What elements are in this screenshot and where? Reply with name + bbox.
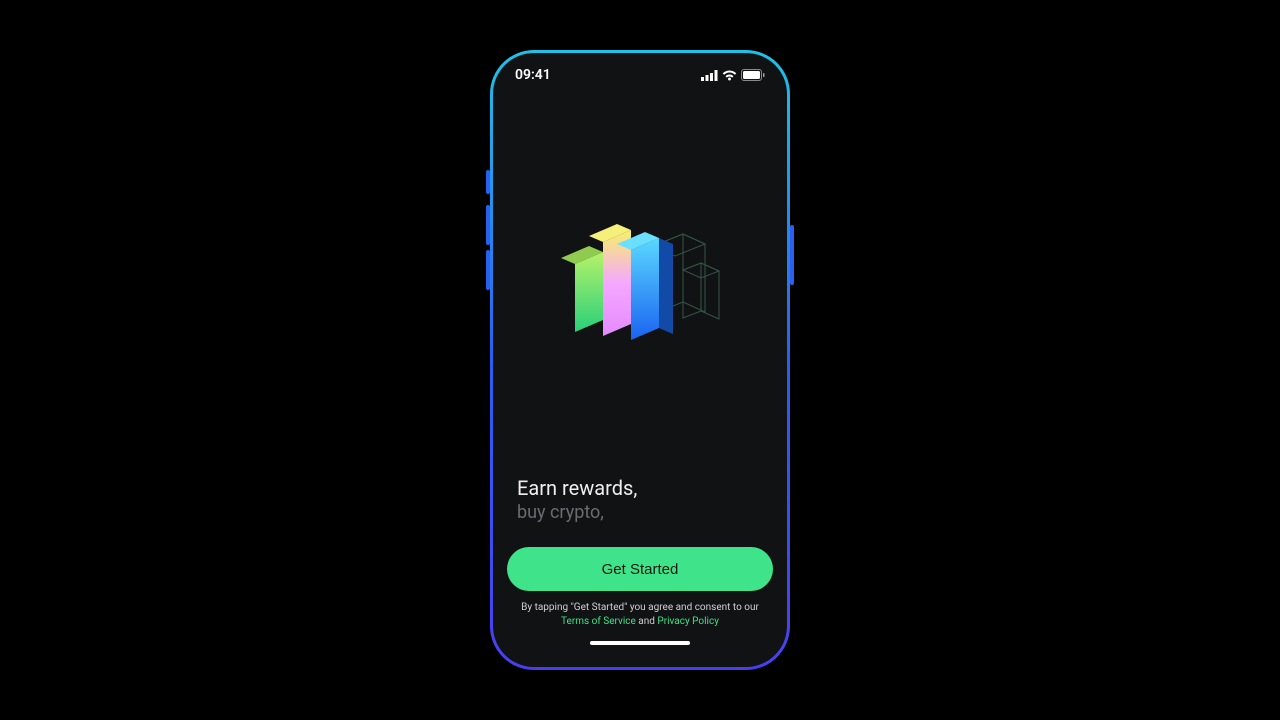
legal-text: By tapping "Get Started" you agree and c…: [507, 591, 773, 635]
rewards-3d-icon: [545, 202, 735, 352]
get-started-button[interactable]: Get Started: [507, 547, 773, 591]
legal-conj: and: [638, 616, 655, 627]
phone-frame: 09:41: [490, 50, 790, 670]
volume-up: [486, 205, 490, 245]
status-bar: 09:41: [493, 53, 787, 97]
wifi-icon: [722, 70, 737, 81]
status-indicators: [701, 69, 765, 81]
volume-down: [486, 250, 490, 290]
battery-icon: [741, 69, 765, 81]
hero-illustration: [507, 97, 773, 476]
privacy-link[interactable]: Privacy Policy: [657, 616, 719, 627]
headline-primary: Earn rewards,: [517, 476, 763, 500]
cellular-icon: [701, 70, 718, 81]
status-time: 09:41: [515, 67, 551, 83]
legal-prefix: By tapping "Get Started" you agree and c…: [521, 602, 759, 613]
power-button: [790, 225, 794, 285]
onboarding-content: Earn rewards, buy crypto, Get Started By…: [493, 97, 787, 667]
home-indicator[interactable]: [590, 641, 690, 645]
headline-block: Earn rewards, buy crypto,: [507, 476, 773, 547]
headline-secondary: buy crypto,: [517, 502, 763, 523]
mute-switch: [486, 170, 490, 194]
screen: 09:41: [493, 53, 787, 667]
terms-link[interactable]: Terms of Service: [561, 616, 636, 627]
